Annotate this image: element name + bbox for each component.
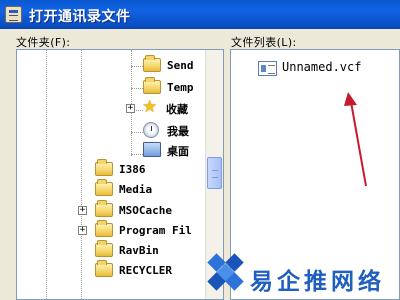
folder-icon — [95, 260, 113, 277]
file-name: Unnamed.vcf — [282, 60, 362, 74]
tree-item-label: Program Fil — [119, 224, 192, 237]
tree-item-label: Send — [167, 59, 194, 72]
folder-icon — [143, 77, 161, 94]
tree-guide-line — [131, 88, 143, 89]
file-list[interactable]: Unnamed.vcf — [230, 49, 400, 300]
expand-toggle[interactable]: + — [78, 206, 87, 215]
scrollbar-thumb[interactable] — [207, 157, 222, 189]
folder-pane-label: 文件夹(F): — [16, 36, 71, 49]
expand-toggle[interactable]: + — [78, 226, 87, 235]
vcard-file-icon — [258, 61, 277, 76]
file-list-label: 文件列表(L): — [231, 36, 297, 49]
tree-item-label: RavBin — [119, 244, 159, 257]
window-title: 打开通讯录文件 — [29, 9, 131, 25]
tree-guide-line — [131, 66, 143, 67]
tree-guide-line — [46, 50, 47, 299]
history-icon — [143, 122, 159, 138]
tree-item-label: RECYCLER — [119, 264, 172, 277]
tree-item-label: 桌面 — [167, 145, 189, 158]
tree-item-label: I386 — [119, 163, 146, 176]
desktop-icon — [143, 142, 161, 157]
favorites-star-icon: ★ — [142, 97, 158, 117]
tree-guide-line — [131, 132, 143, 133]
title-bar[interactable]: 打开通讯录文件 — [0, 0, 400, 29]
tree-item-label: 收藏 — [166, 103, 188, 116]
tree-item-label: MSOCache — [119, 204, 172, 217]
vertical-scrollbar[interactable] — [205, 50, 223, 299]
folder-icon — [95, 159, 113, 176]
folder-icon — [95, 240, 113, 257]
tree-guide-line — [131, 154, 143, 155]
folder-icon — [95, 179, 113, 196]
tree-item-label: Media — [119, 183, 153, 196]
folder-tree[interactable]: Send Temp + ★ 收藏 我最 桌面 I386 Media + MSOC… — [16, 49, 224, 300]
tree-item-label: 我最 — [167, 125, 189, 138]
address-book-icon — [5, 6, 22, 23]
tree-item-label: Temp — [167, 81, 194, 94]
folder-icon — [95, 220, 113, 237]
expand-toggle[interactable]: + — [126, 104, 135, 113]
folder-icon — [95, 200, 113, 217]
tree-guide-line — [81, 50, 82, 299]
folder-icon — [143, 55, 161, 72]
